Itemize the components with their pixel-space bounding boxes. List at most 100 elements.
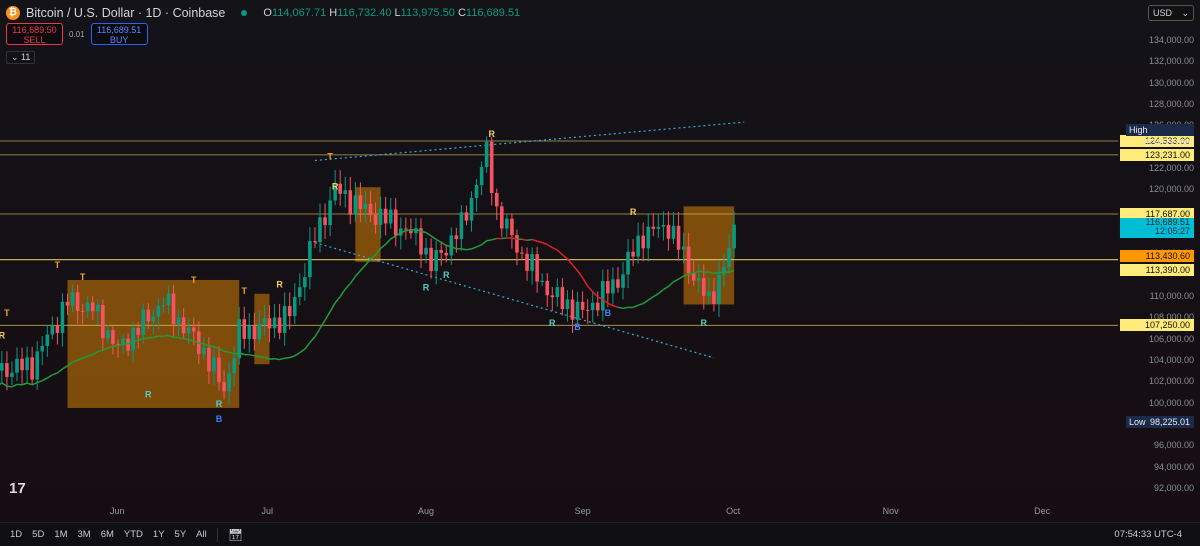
price-tick: 122,000.00 xyxy=(1148,162,1194,173)
candle xyxy=(212,357,216,372)
candle xyxy=(60,301,65,333)
currency-select[interactable]: USD ⌄ xyxy=(1148,5,1194,21)
level-price-tag: 113,430.60 xyxy=(1120,250,1194,263)
range-ytd[interactable]: YTD xyxy=(124,529,143,540)
candle xyxy=(96,304,100,312)
sell-button[interactable]: 116,689.50 SELL xyxy=(6,23,63,45)
candle xyxy=(55,325,60,333)
candle xyxy=(474,185,479,198)
high-price-tag: High 124,533.00 xyxy=(1126,123,1194,147)
moving-average-segment xyxy=(622,306,629,310)
trade-panel: 116,689.50 SELL 0.01 116,689.51 BUY xyxy=(6,23,148,45)
candle xyxy=(611,279,615,294)
candle xyxy=(631,251,635,257)
price-tick: 94,000.00 xyxy=(1153,461,1194,472)
spread: 0.01 xyxy=(69,29,85,39)
range-1m[interactable]: 1M xyxy=(54,529,67,540)
moving-average-segment xyxy=(471,246,477,250)
candle xyxy=(732,224,736,249)
candle xyxy=(489,141,494,193)
candle xyxy=(353,195,358,215)
candle xyxy=(257,323,262,340)
candle xyxy=(580,301,585,310)
candle xyxy=(707,291,711,296)
signal-marker-T: T xyxy=(327,151,333,161)
moving-average-segment xyxy=(440,241,447,247)
candle xyxy=(434,250,438,272)
candle xyxy=(616,279,620,288)
moving-average-segment xyxy=(678,275,684,280)
moving-average-segment xyxy=(486,239,492,242)
range-3m[interactable]: 3M xyxy=(78,529,91,540)
price-tick: 104,000.00 xyxy=(1148,354,1194,365)
price-tick: 100,000.00 xyxy=(1148,397,1194,408)
candle xyxy=(282,306,287,333)
moving-average-segment xyxy=(334,296,341,304)
moving-average-segment xyxy=(41,377,48,382)
signal-marker-B: B xyxy=(574,322,581,332)
moving-average-segment xyxy=(531,238,538,242)
moving-average-segment xyxy=(501,237,507,240)
candle xyxy=(454,235,459,240)
candle xyxy=(712,291,716,304)
candle xyxy=(595,302,600,311)
range-6m[interactable]: 6M xyxy=(101,529,114,540)
candle xyxy=(363,203,368,210)
calendar-range-icon[interactable]: 📅︎ xyxy=(228,528,243,542)
candle xyxy=(328,200,332,226)
chart-area[interactable]: RTTTRTRBTRTRRRRRBBRR xyxy=(0,0,1200,522)
moving-average-segment xyxy=(359,264,367,272)
range-all[interactable]: All xyxy=(196,529,207,540)
candle xyxy=(70,292,75,306)
range-5d[interactable]: 5D xyxy=(32,529,44,540)
candle xyxy=(368,203,373,215)
candle xyxy=(494,192,499,207)
signal-marker-R: R xyxy=(423,283,430,293)
signal-marker-R: R xyxy=(145,389,152,399)
symbol-title[interactable]: Bitcoin / U.S. Dollar · 1D · Coinbase xyxy=(26,6,225,20)
candle xyxy=(292,296,297,317)
candle xyxy=(479,167,484,186)
candle xyxy=(702,278,706,296)
last-price-tag: 116,689.51 12:05:27 xyxy=(1120,217,1194,238)
moving-average-segment xyxy=(663,285,669,291)
candle xyxy=(267,318,272,329)
moving-average-segment xyxy=(339,288,346,297)
symbol-header: ₿ Bitcoin / U.S. Dollar · 1D · Coinbase … xyxy=(6,6,520,20)
candle xyxy=(308,240,312,278)
moving-average-segment xyxy=(279,357,285,361)
candle xyxy=(75,292,80,311)
candle xyxy=(646,226,651,249)
candle xyxy=(373,214,378,225)
signal-marker-R: R xyxy=(216,399,223,409)
moving-average-segment xyxy=(62,365,68,370)
candle xyxy=(717,274,721,304)
moving-average-segment xyxy=(461,248,467,251)
candle xyxy=(641,235,645,249)
moving-average-segment xyxy=(133,339,139,342)
range-5y[interactable]: 5Y xyxy=(175,529,187,540)
candle xyxy=(151,316,156,322)
moving-average-segment xyxy=(713,271,720,275)
clock[interactable]: 07:54:33 UTC-4 xyxy=(1114,529,1182,540)
candle xyxy=(696,278,701,281)
candle xyxy=(515,235,519,253)
candle xyxy=(191,327,196,332)
candle xyxy=(121,338,125,344)
candle xyxy=(575,301,580,320)
price-chart[interactable]: RTTTRTRBTRTRRRRR BBRR xyxy=(0,0,1200,522)
candle xyxy=(90,302,95,312)
buy-button[interactable]: 116,689.51 BUY xyxy=(90,23,148,45)
range-1d[interactable]: 1D xyxy=(10,529,22,540)
time-tick: Oct xyxy=(726,506,741,516)
signal-marker-R: R xyxy=(332,181,339,191)
moving-average-segment xyxy=(344,283,351,290)
time-tick: Jun xyxy=(110,506,125,516)
level-price-tag: 123,231.00 xyxy=(1120,148,1194,161)
range-1y[interactable]: 1Y xyxy=(153,529,165,540)
moving-average-segment xyxy=(21,382,28,386)
moving-average-segment xyxy=(637,302,644,306)
candle xyxy=(146,309,151,322)
moving-average-segment xyxy=(667,281,675,288)
indicators-toggle[interactable]: ⌄ 11 xyxy=(6,51,36,64)
